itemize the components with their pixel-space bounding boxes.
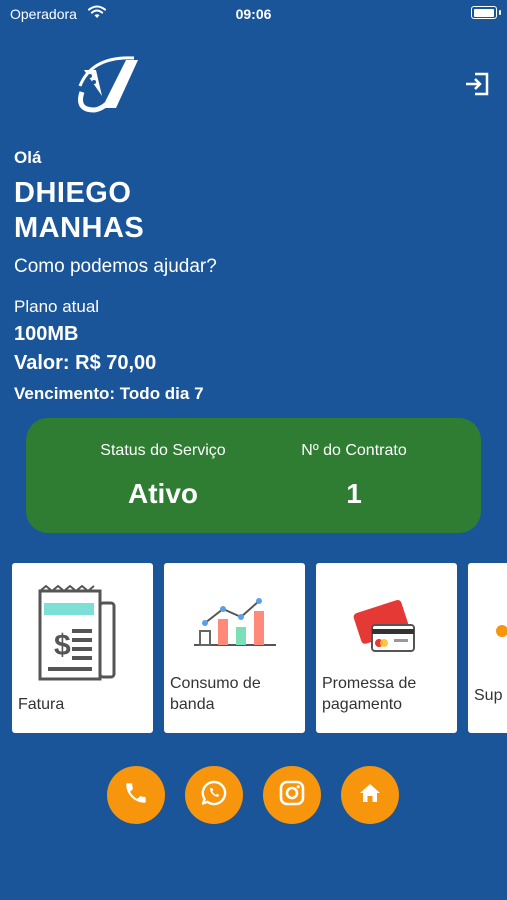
menu-card-label: Sup [474,687,503,704]
greeting: Olá [14,148,42,167]
logout-icon[interactable] [463,70,491,98]
company-logo-icon [72,52,142,116]
instagram-button[interactable] [263,766,321,824]
contract-number-value: 1 [346,478,362,509]
service-status-label: Status do Serviço [100,442,226,459]
support-icon [468,583,507,683]
bandwidth-chart-icon [164,583,305,683]
help-prompt: Como podemos ajudar? [14,256,217,277]
instagram-icon [279,780,305,811]
plan-due-date: Vencimento: Todo dia 7 [14,384,204,403]
phone-icon [123,780,149,811]
whatsapp-icon [200,779,228,812]
menu-card-label: Consumo de banda [170,673,261,715]
battery-icon [471,6,501,19]
home-button[interactable] [341,766,399,824]
menu-card-consumo-banda[interactable]: Consumo de banda [164,563,305,733]
user-last-name: MANHAS [14,212,145,244]
user-first-name: DHIEGO [14,177,132,209]
home-icon [358,781,382,810]
menu-card-label-line1: Consumo de [170,675,261,692]
menu-card-label-line2: pagamento [322,696,403,713]
service-status-card: Status do Serviço Ativo Nº do Contrato 1 [26,418,481,533]
contract-number: Nº do Contrato 1 [254,442,454,510]
svg-text:$: $ [54,629,71,662]
service-status: Status do Serviço Ativo [63,442,263,510]
service-menu[interactable]: $ Fatura Consumo de banda Promessa de pa… [12,563,507,733]
invoice-icon: $ [12,583,153,683]
menu-card-fatura[interactable]: $ Fatura [12,563,153,733]
plan-speed: 100MB [14,323,79,345]
plan-value: Valor: R$ 70,00 [14,352,157,374]
credit-card-icon [316,583,457,683]
menu-card-label-line1: Promessa de [322,675,417,692]
menu-card-label-line2: banda [170,696,215,713]
phone-button[interactable] [107,766,165,824]
contract-number-label: Nº do Contrato [301,442,407,459]
plan-label: Plano atual [14,297,100,316]
clock: 09:06 [235,6,272,22]
user-name: DHIEGO MANHAS [14,176,314,246]
menu-card-label: Promessa de pagamento [322,673,416,715]
status-bar: Operadora 09:06 [0,0,507,30]
menu-card-suporte[interactable]: Sup [468,563,507,733]
menu-card-label: Fatura [18,696,65,713]
service-status-value: Ativo [128,478,198,509]
menu-card-promessa-pagamento[interactable]: Promessa de pagamento [316,563,457,733]
whatsapp-button[interactable] [185,766,243,824]
